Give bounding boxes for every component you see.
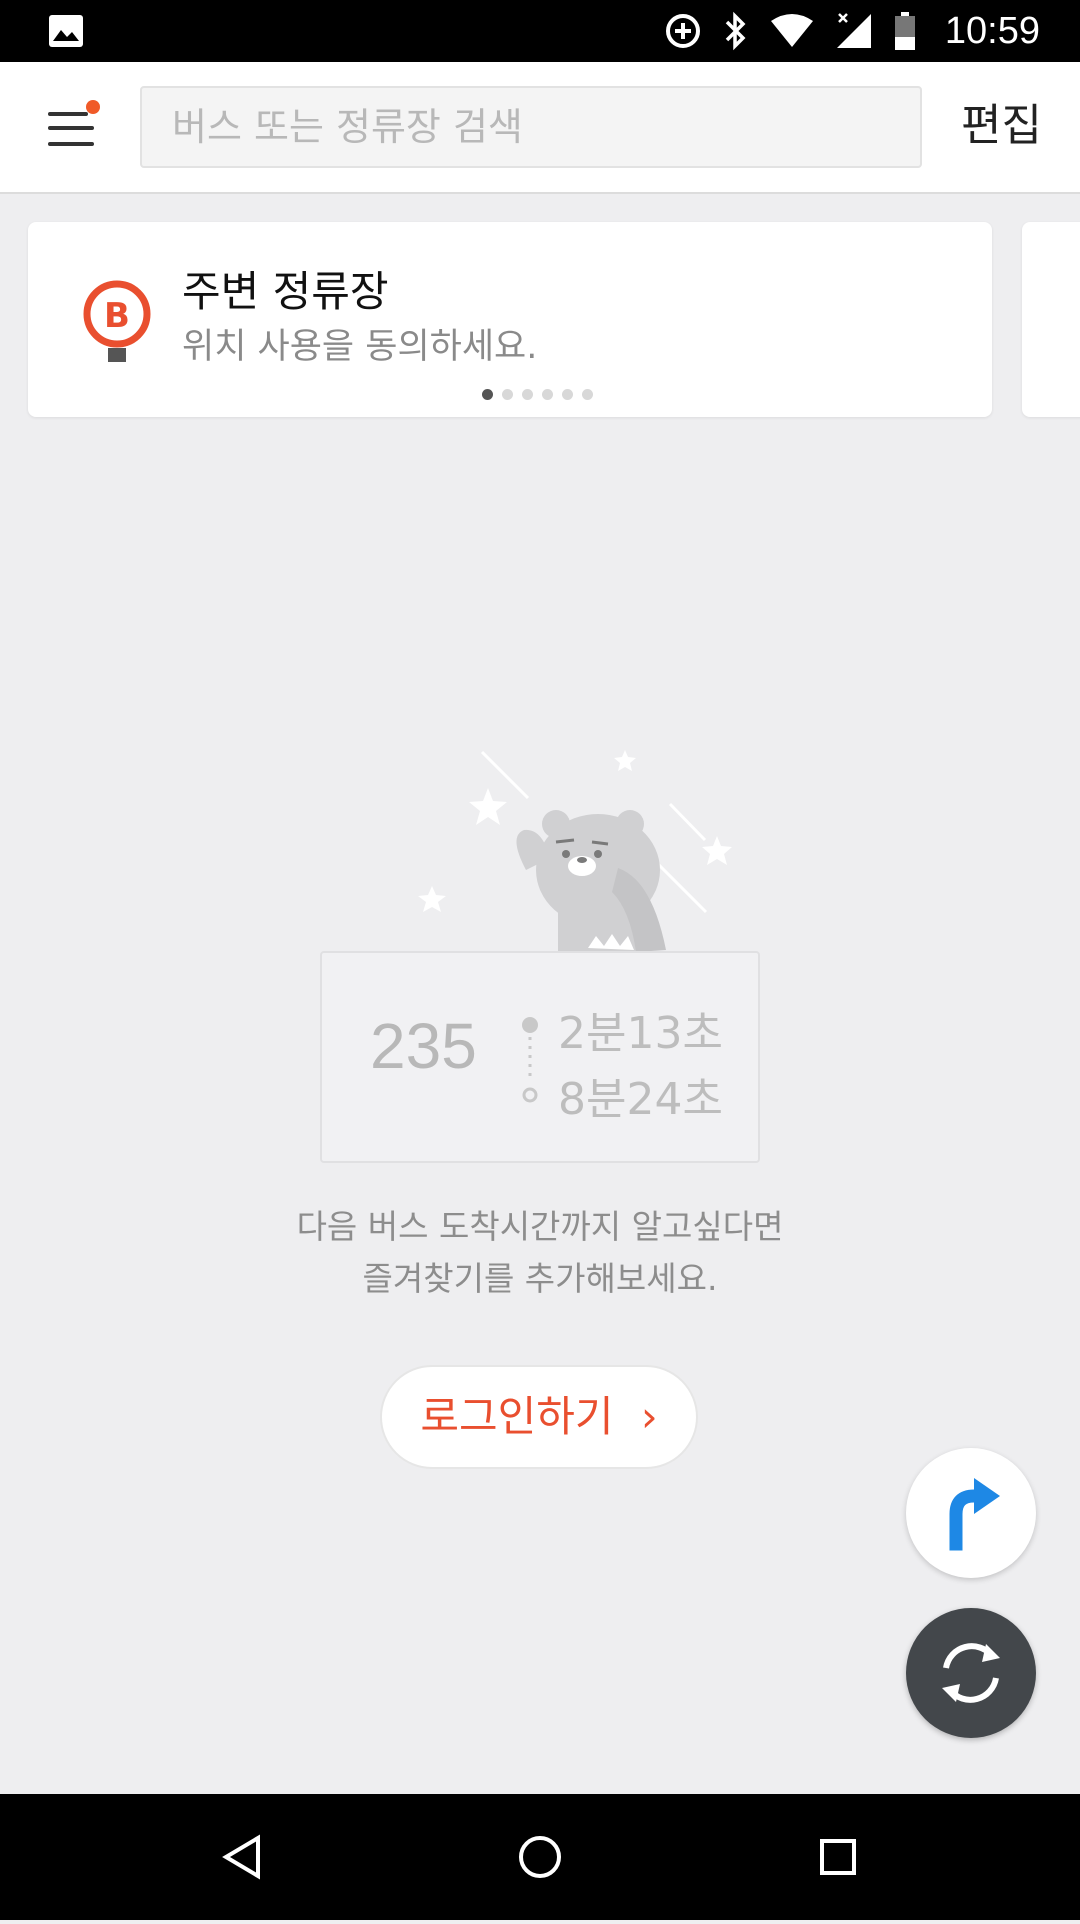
login-button[interactable]: 로그인하기 › <box>380 1365 698 1469</box>
recents-icon <box>820 1839 856 1875</box>
edit-button[interactable]: 편집 <box>961 98 1042 154</box>
app-bar: 버스 또는 정류장 검색 편집 <box>0 62 1080 194</box>
menu-icon-line <box>48 142 94 146</box>
refresh-icon <box>942 1643 1000 1703</box>
empty-message-line-2: 즐겨찾기를 추가해보세요. <box>362 1259 718 1298</box>
page-dot <box>482 389 493 400</box>
next-card-icon <box>1074 284 1080 344</box>
home-button[interactable] <box>480 1794 600 1920</box>
system-nav-bar <box>0 1794 1080 1920</box>
menu-icon-line <box>48 126 94 130</box>
example-arrival-time-2: 8분24초 <box>558 1074 723 1125</box>
status-bar: 10:59 <box>0 0 1080 62</box>
menu-button[interactable] <box>40 100 104 156</box>
card-title: 주변 정류장 <box>182 267 389 316</box>
clock: 10:59 <box>944 9 1040 52</box>
bluetooth-icon <box>725 11 746 51</box>
data-saver-icon <box>665 14 700 48</box>
card-subtitle: 위치 사용을 동의하세요. <box>182 327 538 367</box>
signal-icon <box>836 13 871 48</box>
menu-icon <box>48 112 88 116</box>
recents-button[interactable] <box>778 1794 898 1920</box>
login-label: 로그인하기 <box>420 1392 614 1441</box>
refresh-button[interactable] <box>906 1608 1036 1738</box>
page-dot <box>582 389 593 400</box>
search-input[interactable]: 버스 또는 정류장 검색 <box>140 86 922 168</box>
example-arrival-time-1: 2분13초 <box>558 1008 723 1059</box>
home-icon <box>519 1836 561 1878</box>
page-dot <box>562 389 573 400</box>
page-dot <box>502 389 513 400</box>
route-arrow-icon <box>949 1478 1000 1551</box>
nearby-stops-card[interactable]: B 주변 정류장 위치 사용을 동의하세요. <box>28 222 992 417</box>
notification-dot <box>86 100 100 114</box>
example-bus-number: 235 <box>370 1010 477 1082</box>
image-icon <box>49 15 83 47</box>
bus-stop-icon: B <box>83 280 151 362</box>
svg-text:B: B <box>104 296 130 336</box>
wifi-icon <box>770 14 813 47</box>
battery-icon <box>894 12 915 50</box>
route-button[interactable] <box>906 1448 1036 1578</box>
timeline-icon <box>522 1017 538 1103</box>
page-dot <box>522 389 533 400</box>
carousel-indicator <box>482 389 593 400</box>
back-icon <box>222 1834 260 1880</box>
example-bus-card: 235 2분13초 8분24초 <box>320 951 760 1163</box>
page-dot <box>542 389 553 400</box>
back-button[interactable] <box>182 1794 302 1920</box>
empty-message-line-1: 다음 버스 도착시간까지 알고싶다면 <box>296 1207 784 1246</box>
next-card-peek[interactable] <box>1022 222 1080 417</box>
chevron-right-icon: › <box>640 1392 658 1441</box>
